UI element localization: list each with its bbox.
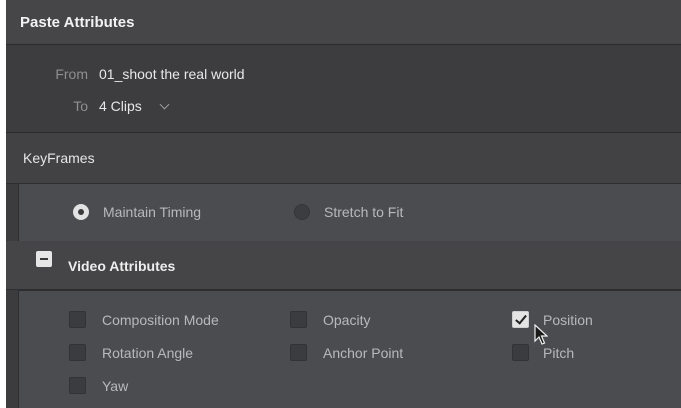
chevron-down-icon[interactable] (159, 99, 170, 110)
paste-attributes-dialog: Paste Attributes From 01_shoot the real … (6, 0, 681, 408)
maintain-timing-radio[interactable] (73, 204, 89, 220)
minus-icon[interactable] (36, 251, 52, 267)
keyframes-heading: KeyFrames (23, 150, 95, 166)
dialog-titlebar: Paste Attributes (6, 0, 681, 45)
composition-mode-checkbox[interactable] (69, 311, 86, 328)
yaw-checkbox[interactable] (69, 377, 86, 394)
rotation-angle-label[interactable]: Rotation Angle (102, 345, 193, 361)
pitch-label[interactable]: Pitch (543, 345, 574, 361)
source-target-section: From 01_shoot the real world To 4 Clips (6, 46, 681, 133)
composition-mode-label[interactable]: Composition Mode (102, 312, 219, 328)
from-label: From (55, 66, 88, 82)
opacity-checkbox[interactable] (290, 311, 307, 328)
dialog-title: Paste Attributes (20, 14, 135, 31)
anchor-point-checkbox[interactable] (290, 344, 307, 361)
video-attributes-header[interactable]: Video Attributes (6, 241, 681, 290)
stretch-to-fit-label[interactable]: Stretch to Fit (324, 204, 403, 220)
position-label[interactable]: Position (543, 312, 593, 328)
pitch-checkbox[interactable] (512, 344, 529, 361)
to-dropdown[interactable]: 4 Clips (99, 98, 142, 114)
video-attributes-panel: Composition Mode Opacity Position Rotati… (18, 290, 681, 408)
stretch-to-fit-radio[interactable] (294, 204, 310, 220)
to-label: To (73, 98, 88, 114)
yaw-label[interactable]: Yaw (102, 378, 128, 394)
opacity-label[interactable]: Opacity (323, 312, 370, 328)
anchor-point-label[interactable]: Anchor Point (323, 345, 403, 361)
from-value: 01_shoot the real world (99, 66, 245, 82)
keyframes-panel: Maintain Timing Stretch to Fit (18, 183, 681, 242)
mouse-pointer-icon (534, 324, 548, 345)
maintain-timing-label[interactable]: Maintain Timing (103, 204, 201, 220)
position-checkbox[interactable] (512, 311, 529, 328)
video-attributes-heading: Video Attributes (68, 258, 176, 274)
keyframes-header: KeyFrames (6, 133, 681, 184)
rotation-angle-checkbox[interactable] (69, 344, 86, 361)
